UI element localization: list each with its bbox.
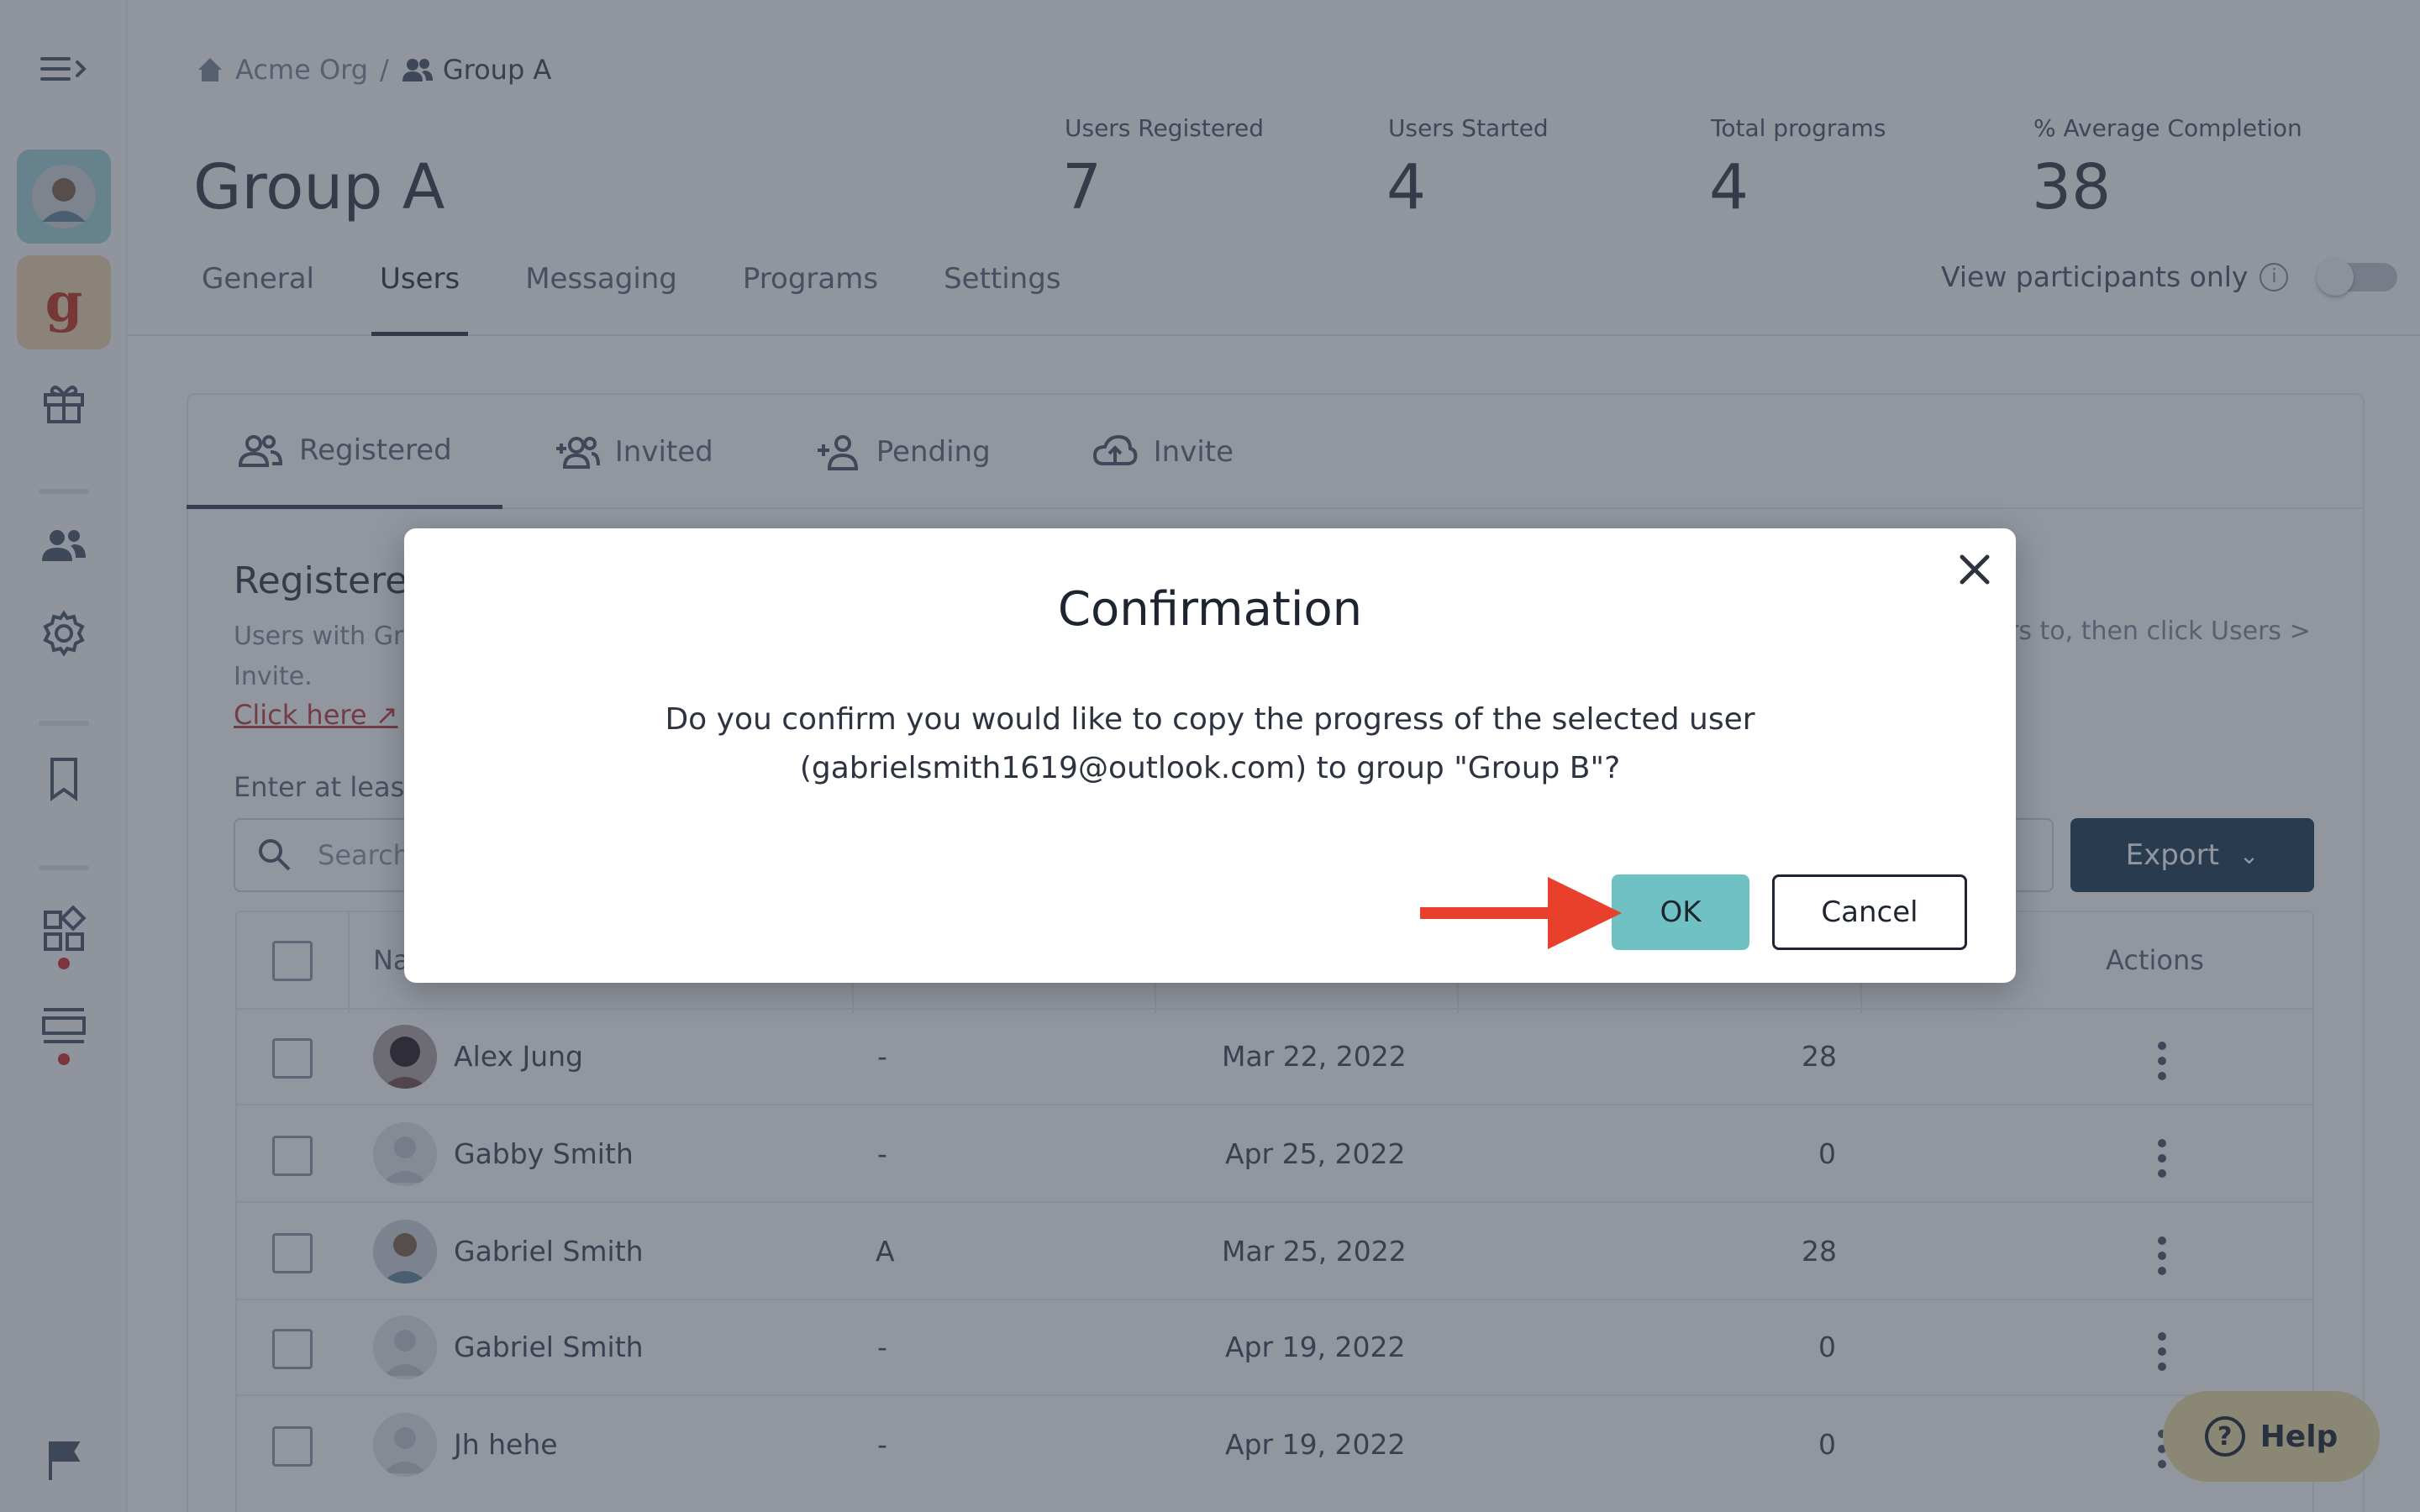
close-button[interactable] bbox=[1951, 546, 1998, 593]
pointer-arrow-icon bbox=[1420, 877, 1622, 949]
dialog-title: Confirmation bbox=[1057, 582, 1363, 637]
dialog-message-line: (gabrielsmith1619@outlook.com) to group … bbox=[799, 751, 1621, 785]
ok-button[interactable]: OK bbox=[1612, 874, 1749, 950]
cancel-button[interactable]: Cancel bbox=[1772, 874, 1967, 950]
dialog-message-line: Do you confirm you would like to copy th… bbox=[665, 702, 1755, 737]
dialog-message: Do you confirm you would like to copy th… bbox=[588, 696, 1832, 793]
close-icon bbox=[1960, 554, 1990, 585]
